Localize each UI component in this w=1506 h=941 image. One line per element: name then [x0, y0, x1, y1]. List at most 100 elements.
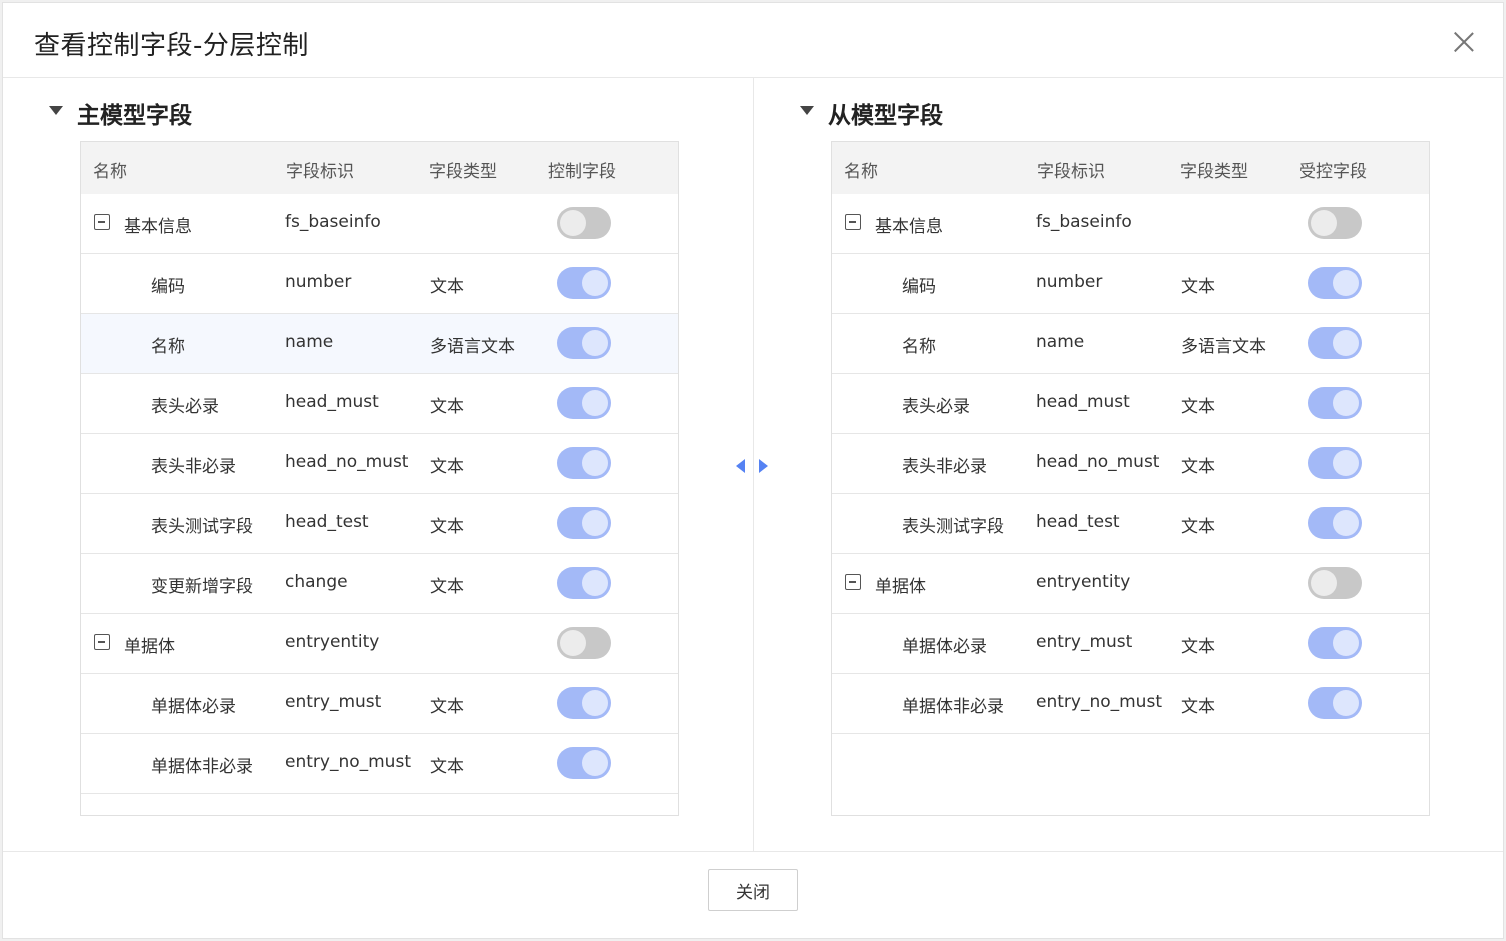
table-row[interactable]: 表头必录 head_must 文本: [832, 374, 1429, 434]
table-row[interactable]: 单据体 entryentity: [81, 614, 678, 674]
table-row[interactable]: 表头必录 head_must 文本: [81, 374, 678, 434]
column-header-controlled[interactable]: 受控字段: [1299, 157, 1367, 182]
collapse-minus-icon[interactable]: [94, 634, 110, 650]
left-grid-body: 基本信息 fs_baseinfo 编码 number 文本 名称 name 多语言文本 表头必录…: [81, 194, 678, 794]
toggle-knob: [582, 570, 608, 596]
field-key: number: [1036, 272, 1103, 292]
field-key: entry_no_must: [1036, 692, 1162, 712]
field-key: entryentity: [285, 632, 380, 652]
right-grid-header: 名称 字段标识 字段类型 受控字段: [832, 142, 1429, 195]
control-toggle[interactable]: [1308, 327, 1362, 359]
close-button[interactable]: 关闭: [708, 869, 798, 911]
column-header-type[interactable]: 字段类型: [429, 157, 497, 182]
field-name: 单据体必录: [902, 637, 987, 657]
column-header-control[interactable]: 控制字段: [548, 157, 616, 182]
collapse-minus-icon[interactable]: [845, 574, 861, 590]
field-key: head_test: [1036, 512, 1120, 532]
control-toggle[interactable]: [557, 627, 611, 659]
field-key: entry_no_must: [285, 752, 411, 772]
close-icon[interactable]: [1453, 31, 1475, 53]
column-header-name[interactable]: 名称: [93, 157, 127, 182]
dialog: 查看控制字段-分层控制 主模型字段 名称 字段标识 字段类型 控制字段 基本信息…: [2, 2, 1504, 939]
dialog-footer: 关闭: [3, 851, 1503, 938]
collapse-minus-icon[interactable]: [845, 214, 861, 230]
table-row[interactable]: 表头测试字段 head_test 文本: [832, 494, 1429, 554]
column-header-key[interactable]: 字段标识: [1037, 157, 1105, 182]
control-toggle[interactable]: [1308, 567, 1362, 599]
collapse-caret-icon[interactable]: [49, 106, 63, 115]
field-type: 多语言文本: [1181, 337, 1266, 357]
table-row[interactable]: 变更新增字段 change 文本: [81, 554, 678, 614]
toggle-knob: [582, 270, 608, 296]
control-toggle[interactable]: [1308, 687, 1362, 719]
field-name: 表头测试字段: [151, 517, 253, 537]
arrow-left-icon[interactable]: [736, 459, 745, 473]
right-panel-header[interactable]: 从模型字段: [800, 94, 1200, 129]
field-type: 文本: [430, 397, 464, 417]
table-row[interactable]: 表头非必录 head_no_must 文本: [832, 434, 1429, 494]
collapse-caret-icon[interactable]: [800, 106, 814, 115]
control-toggle[interactable]: [557, 387, 611, 419]
table-row[interactable]: 单据体必录 entry_must 文本: [832, 614, 1429, 674]
field-type: 文本: [430, 277, 464, 297]
field-name: 表头测试字段: [902, 517, 1004, 537]
column-header-type[interactable]: 字段类型: [1180, 157, 1248, 182]
field-key: head_must: [285, 392, 379, 412]
control-toggle[interactable]: [557, 207, 611, 239]
toggle-knob: [1333, 330, 1359, 356]
arrow-right-icon[interactable]: [759, 459, 768, 473]
control-toggle[interactable]: [557, 687, 611, 719]
toggle-knob: [582, 690, 608, 716]
table-row[interactable]: 单据体非必录 entry_no_must 文本: [81, 734, 678, 794]
control-toggle[interactable]: [557, 507, 611, 539]
field-name: 表头必录: [151, 397, 219, 417]
field-key: head_test: [285, 512, 369, 532]
table-row[interactable]: 表头测试字段 head_test 文本: [81, 494, 678, 554]
field-type: 文本: [1181, 637, 1215, 657]
toggle-knob: [1333, 450, 1359, 476]
toggle-knob: [560, 210, 586, 236]
control-toggle[interactable]: [1308, 267, 1362, 299]
table-row[interactable]: 基本信息 fs_baseinfo: [81, 194, 678, 254]
table-row[interactable]: 基本信息 fs_baseinfo: [832, 194, 1429, 254]
table-row[interactable]: 单据体 entryentity: [832, 554, 1429, 614]
control-toggle[interactable]: [1308, 387, 1362, 419]
toggle-knob: [582, 750, 608, 776]
control-toggle[interactable]: [557, 747, 611, 779]
control-toggle[interactable]: [1308, 447, 1362, 479]
table-row[interactable]: 名称 name 多语言文本: [832, 314, 1429, 374]
field-type: 文本: [430, 697, 464, 717]
control-toggle[interactable]: [557, 327, 611, 359]
table-row[interactable]: 名称 name 多语言文本: [81, 314, 678, 374]
table-row[interactable]: 单据体非必录 entry_no_must 文本: [832, 674, 1429, 734]
control-toggle[interactable]: [557, 267, 611, 299]
table-row[interactable]: 编码 number 文本: [832, 254, 1429, 314]
collapse-minus-icon[interactable]: [94, 214, 110, 230]
field-name: 编码: [151, 277, 185, 297]
field-key: number: [285, 272, 352, 292]
toggle-knob: [582, 330, 608, 356]
field-name: 表头非必录: [902, 457, 987, 477]
field-name: 编码: [902, 277, 936, 297]
field-type: 文本: [1181, 517, 1215, 537]
table-row[interactable]: 单据体必录 entry_must 文本: [81, 674, 678, 734]
table-row[interactable]: 表头非必录 head_no_must 文本: [81, 434, 678, 494]
field-key: entry_must: [285, 692, 382, 712]
field-name: 单据体: [124, 637, 175, 657]
toggle-knob: [1333, 630, 1359, 656]
field-name: 基本信息: [124, 217, 192, 237]
column-header-name[interactable]: 名称: [844, 157, 878, 182]
control-toggle[interactable]: [1308, 507, 1362, 539]
control-toggle[interactable]: [1308, 207, 1362, 239]
toggle-knob: [582, 450, 608, 476]
control-toggle[interactable]: [557, 567, 611, 599]
control-toggle[interactable]: [1308, 627, 1362, 659]
field-key: entry_must: [1036, 632, 1133, 652]
dialog-title: 查看控制字段-分层控制: [34, 31, 309, 61]
column-header-key[interactable]: 字段标识: [286, 157, 354, 182]
field-name: 单据体非必录: [902, 697, 1004, 717]
table-row[interactable]: 编码 number 文本: [81, 254, 678, 314]
control-toggle[interactable]: [557, 447, 611, 479]
left-panel-header[interactable]: 主模型字段: [49, 94, 449, 129]
field-key: name: [1036, 332, 1085, 352]
